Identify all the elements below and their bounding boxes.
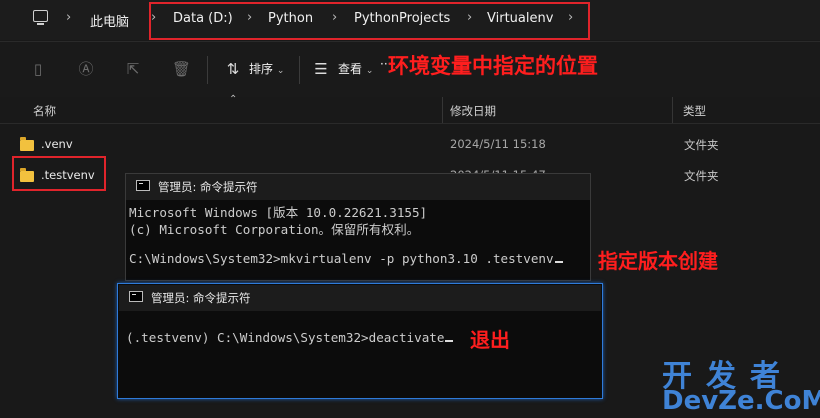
view-button[interactable]: 查看 ⌄ [338, 60, 373, 77]
console-icon [129, 291, 143, 302]
computer-icon[interactable] [33, 10, 48, 22]
chevron-down-icon: ⌄ [276, 66, 285, 76]
console-command-line[interactable]: (.testvenv) C:\Windows\System32>deactiva… [126, 330, 454, 345]
folder-icon [20, 137, 34, 151]
toolbar-divider [299, 56, 300, 84]
chevron-down-icon: ⌄ [365, 66, 374, 76]
toolbar-divider [207, 56, 208, 84]
paste-icon[interactable]: ▯ [29, 60, 47, 78]
share-icon[interactable]: ⇱ [124, 60, 142, 78]
column-divider[interactable] [672, 97, 673, 123]
view-icon: ☰ [314, 60, 328, 78]
table-row[interactable]: .venv 2024/5/11 15:18 文件夹 [0, 132, 820, 156]
window-title: 管理员: 命令提示符 [158, 180, 258, 194]
rename-icon[interactable]: Ⓐ [77, 60, 95, 78]
chevron-up-icon: ⌃ [229, 94, 238, 105]
console-icon [136, 180, 150, 191]
view-label: 查看 [338, 62, 363, 76]
breadcrumb-root[interactable]: 此电脑 [90, 11, 129, 30]
file-modified: 2024/5/11 15:18 [450, 137, 546, 151]
column-modified[interactable]: 修改日期 [450, 103, 496, 119]
address-highlight-box [149, 2, 590, 40]
console-command-line[interactable]: C:\Windows\System32>mkvirtualenv -p pyth… [129, 251, 563, 266]
folder-highlight-box [12, 156, 106, 191]
window-titlebar[interactable]: 管理员: 命令提示符 [126, 174, 590, 200]
sort-icon: ⇅ [226, 60, 240, 78]
text-cursor [445, 340, 454, 342]
delete-icon[interactable]: 🗑 [172, 60, 191, 78]
column-divider[interactable] [442, 97, 443, 123]
watermark-domain: DevZe.CoM [662, 386, 820, 416]
console-command-text: (.testvenv) C:\Windows\System32>deactiva… [126, 330, 445, 345]
console-line: (c) Microsoft Corporation。保留所有权利。 [129, 222, 420, 237]
file-name: .venv [41, 137, 73, 151]
window-title: 管理员: 命令提示符 [151, 291, 251, 305]
sort-button[interactable]: 排序 ⌄ [249, 60, 284, 77]
window-titlebar[interactable]: 管理员: 命令提示符 [119, 285, 601, 311]
chevron-right-icon: › [66, 10, 72, 25]
sort-label: 排序 [249, 62, 274, 76]
file-type: 文件夹 [684, 138, 719, 152]
computer-icon-stand [37, 23, 44, 25]
annotation-env-location: 环境变量中指定的位置 [388, 54, 598, 78]
column-type[interactable]: 类型 [683, 103, 706, 119]
text-cursor [554, 261, 563, 263]
annotation-version-create: 指定版本创建 [598, 249, 718, 273]
column-name[interactable]: 名称 [33, 103, 56, 119]
annotation-exit: 退出 [470, 328, 510, 352]
command-prompt-window-active[interactable]: 管理员: 命令提示符 (.testvenv) C:\Windows\System… [117, 283, 603, 399]
console-command-text: C:\Windows\System32>mkvirtualenv -p pyth… [129, 251, 554, 266]
command-prompt-window[interactable]: 管理员: 命令提示符 Microsoft Windows [版本 10.0.22… [125, 173, 591, 281]
file-type: 文件夹 [684, 169, 719, 183]
column-header-row: ⌃ 名称 修改日期 类型 [0, 94, 820, 124]
